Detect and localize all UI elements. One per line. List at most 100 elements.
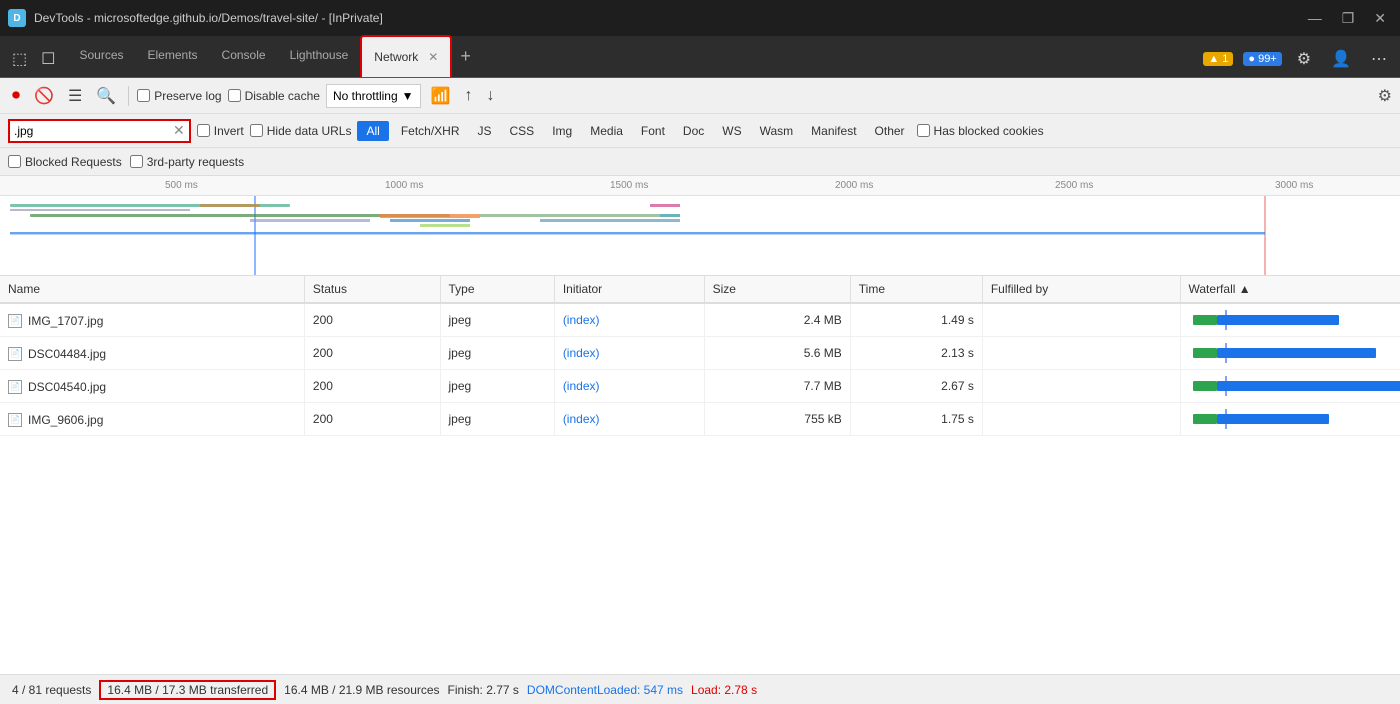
filter-doc-button[interactable]: Doc [677, 122, 710, 140]
finish-time: Finish: 2.77 s [448, 683, 519, 697]
clear-search-icon[interactable]: ✕ [173, 122, 185, 139]
tab-sources[interactable]: Sources [67, 35, 135, 77]
wifi-icon[interactable]: 📶 [427, 84, 455, 108]
col-fulfilled-by[interactable]: Fulfilled by [982, 276, 1180, 303]
invert-label[interactable]: Invert [197, 124, 244, 138]
preserve-log-label[interactable]: Preserve log [137, 89, 221, 103]
tab-sources-label: Sources [79, 48, 123, 62]
has-blocked-cookies-checkbox[interactable] [917, 124, 930, 137]
filter-other-button[interactable]: Other [869, 122, 911, 140]
tab-elements-label: Elements [148, 48, 198, 62]
col-time[interactable]: Time [850, 276, 982, 303]
search-icon[interactable]: 🔍 [92, 84, 120, 108]
filter-manifest-button[interactable]: Manifest [805, 122, 862, 140]
sort-icon: ▲ [1239, 282, 1251, 296]
record-button[interactable]: ⏺ [8, 85, 24, 107]
col-waterfall[interactable]: Waterfall ▲ [1180, 276, 1400, 303]
filter-img-button[interactable]: Img [546, 122, 578, 140]
col-initiator[interactable]: Initiator [554, 276, 704, 303]
devtools-settings-icon[interactable]: ⚙ [1378, 86, 1392, 106]
filter-fetch-xhr-button[interactable]: Fetch/XHR [395, 122, 466, 140]
maximize-button[interactable]: ❐ [1336, 8, 1361, 29]
initiator-cell[interactable]: (index) [554, 303, 704, 337]
info-badge[interactable]: ● 99+ [1243, 52, 1281, 66]
filter-all-button[interactable]: All [357, 121, 388, 141]
user-icon[interactable]: 👤 [1326, 47, 1356, 71]
blocked-requests-checkbox[interactable] [8, 155, 21, 168]
toolbar-right: ⚙ [1378, 86, 1392, 106]
waterfall-cell [1180, 403, 1400, 436]
hide-data-urls-label[interactable]: Hide data URLs [250, 124, 352, 138]
filter-ws-button[interactable]: WS [716, 122, 747, 140]
disable-cache-checkbox[interactable] [228, 89, 241, 102]
tab-lighthouse[interactable]: Lighthouse [278, 35, 361, 77]
third-party-requests-label[interactable]: 3rd-party requests [130, 155, 244, 169]
search-box: ✕ [8, 119, 191, 143]
tab-add-button[interactable]: + [452, 42, 479, 71]
disable-cache-label[interactable]: Disable cache [228, 89, 320, 103]
initiator-cell[interactable]: (index) [554, 370, 704, 403]
waterfall-cell [1180, 337, 1400, 370]
col-type[interactable]: Type [440, 276, 554, 303]
clear-button[interactable]: 🚫 [30, 84, 58, 108]
cast-icon[interactable]: ⬚ [8, 47, 31, 71]
tab-elements[interactable]: Elements [136, 35, 210, 77]
has-blocked-cookies-label[interactable]: Has blocked cookies [917, 124, 1044, 138]
tick-500: 500 ms [165, 180, 198, 191]
device-icon[interactable]: ☐ [37, 47, 59, 71]
upload-icon[interactable]: ↑ [460, 85, 476, 107]
tab-bar-left: ⬚ ☐ [8, 47, 59, 77]
main-content: ⏺ 🚫 ☰ 🔍 Preserve log Disable cache No th… [0, 78, 1400, 704]
blocked-requests-label[interactable]: Blocked Requests [8, 155, 122, 169]
fulfilled-by-cell [982, 403, 1180, 436]
wf-blue-bar [1217, 348, 1376, 358]
throttle-select[interactable]: No throttling ▼ [326, 84, 421, 108]
tick-2500: 2500 ms [1055, 180, 1093, 191]
close-button[interactable]: ✕ [1368, 8, 1392, 29]
invert-checkbox[interactable] [197, 124, 210, 137]
file-name-cell: 📄IMG_9606.jpg [8, 413, 103, 427]
col-name[interactable]: Name [0, 276, 304, 303]
filter-font-button[interactable]: Font [635, 122, 671, 140]
more-options-icon[interactable]: ⋯ [1366, 47, 1392, 71]
resources-size: 16.4 MB / 21.9 MB resources [284, 683, 439, 697]
col-size[interactable]: Size [704, 276, 850, 303]
type-cell: jpeg [440, 370, 554, 403]
tab-close-icon[interactable]: ✕ [428, 50, 438, 64]
tab-lighthouse-label: Lighthouse [290, 48, 349, 62]
throttle-label: No throttling [333, 89, 398, 103]
warning-badge[interactable]: ▲ 1 [1203, 52, 1233, 66]
timeline[interactable]: 500 ms 1000 ms 1500 ms 2000 ms 2500 ms 3… [0, 176, 1400, 276]
filter-css-button[interactable]: CSS [504, 122, 541, 140]
network-table: Name Status Type Initiator Size Time Ful… [0, 276, 1400, 436]
size-cell: 2.4 MB [704, 303, 850, 337]
search-input[interactable] [14, 124, 169, 138]
minimize-button[interactable]: — [1302, 8, 1328, 29]
file-type-icon: 📄 [8, 413, 22, 427]
wf-blue-bar [1217, 414, 1329, 424]
initiator-cell[interactable]: (index) [554, 337, 704, 370]
hide-data-urls-checkbox[interactable] [250, 124, 263, 137]
settings-gear-icon[interactable]: ⚙ [1292, 47, 1316, 71]
file-name-cell: 📄DSC04540.jpg [8, 380, 106, 394]
initiator-cell[interactable]: (index) [554, 403, 704, 436]
col-status[interactable]: Status [304, 276, 440, 303]
tick-1000: 1000 ms [385, 180, 423, 191]
filter-media-button[interactable]: Media [584, 122, 629, 140]
table-row: 📄IMG_9606.jpg200jpeg(index)755 kB1.75 s [0, 403, 1400, 436]
file-name-cell: 📄IMG_1707.jpg [8, 314, 103, 328]
filter-wasm-button[interactable]: Wasm [754, 122, 800, 140]
preserve-log-checkbox[interactable] [137, 89, 150, 102]
filter-js-button[interactable]: JS [472, 122, 498, 140]
filter-icon[interactable]: ☰ [64, 84, 86, 108]
wf-green-bar [1193, 381, 1217, 391]
wf-vertical-line [1225, 310, 1227, 330]
tab-console[interactable]: Console [210, 35, 278, 77]
wf-vertical-line [1225, 343, 1227, 363]
tab-network[interactable]: Network ✕ [360, 35, 452, 77]
table-row: 📄DSC04484.jpg200jpeg(index)5.6 MB2.13 s [0, 337, 1400, 370]
download-icon[interactable]: ↓ [482, 85, 498, 107]
tick-3000: 3000 ms [1275, 180, 1313, 191]
third-party-requests-checkbox[interactable] [130, 155, 143, 168]
tab-bar: ⬚ ☐ Sources Elements Console Lighthouse … [0, 36, 1400, 78]
